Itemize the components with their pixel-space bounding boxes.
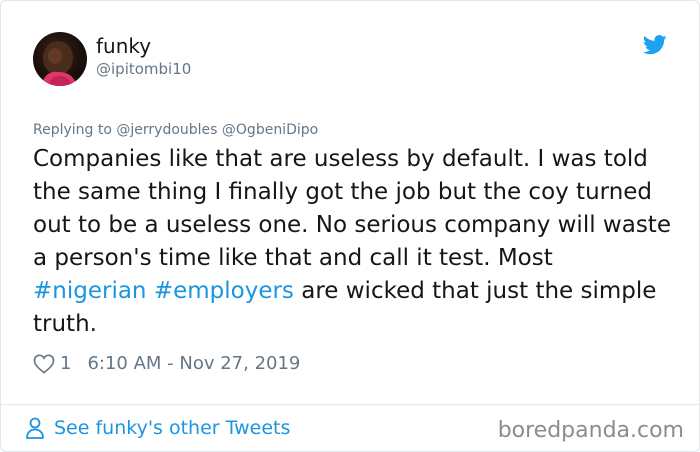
tweet-meta: 1 6:10 AM - Nov 27, 2019 xyxy=(33,352,300,376)
avatar[interactable] xyxy=(33,32,87,86)
display-name[interactable]: funky xyxy=(96,34,191,58)
user-handle[interactable]: @ipitombi10 xyxy=(96,59,191,79)
reply-mention[interactable]: @OgbeniDipo xyxy=(222,122,318,138)
hashtag-link[interactable]: #nigerian xyxy=(33,278,147,304)
tweet-card: funky @ipitombi10 Replying to @jerrydoub… xyxy=(0,0,700,452)
reply-mention[interactable]: @jerrydoubles xyxy=(116,122,217,138)
avatar-image xyxy=(41,41,77,86)
see-other-tweets-link[interactable]: See funky's other Tweets xyxy=(25,415,290,441)
heart-icon[interactable] xyxy=(33,354,55,374)
person-icon xyxy=(26,417,44,439)
twitter-bird-icon[interactable] xyxy=(643,35,667,55)
tweet-text-body: Companies like that are useless by defau… xyxy=(33,146,671,271)
watermark: boredpanda.com xyxy=(497,418,684,443)
see-other-tweets-label: See funky's other Tweets xyxy=(54,417,291,439)
tweet-text: Companies like that are useless by defau… xyxy=(33,143,673,341)
reply-prefix: Replying to xyxy=(33,122,112,138)
timestamp[interactable]: 6:10 AM - Nov 27, 2019 xyxy=(87,352,300,376)
tweet-header: funky @ipitombi10 xyxy=(33,31,673,91)
user-block[interactable]: funky @ipitombi10 xyxy=(96,34,191,79)
like-count[interactable]: 1 xyxy=(60,352,71,376)
footer-divider xyxy=(1,404,699,405)
reply-context: Replying to @jerrydoubles @OgbeniDipo xyxy=(33,121,318,139)
hashtag-link[interactable]: #employers xyxy=(154,278,294,304)
